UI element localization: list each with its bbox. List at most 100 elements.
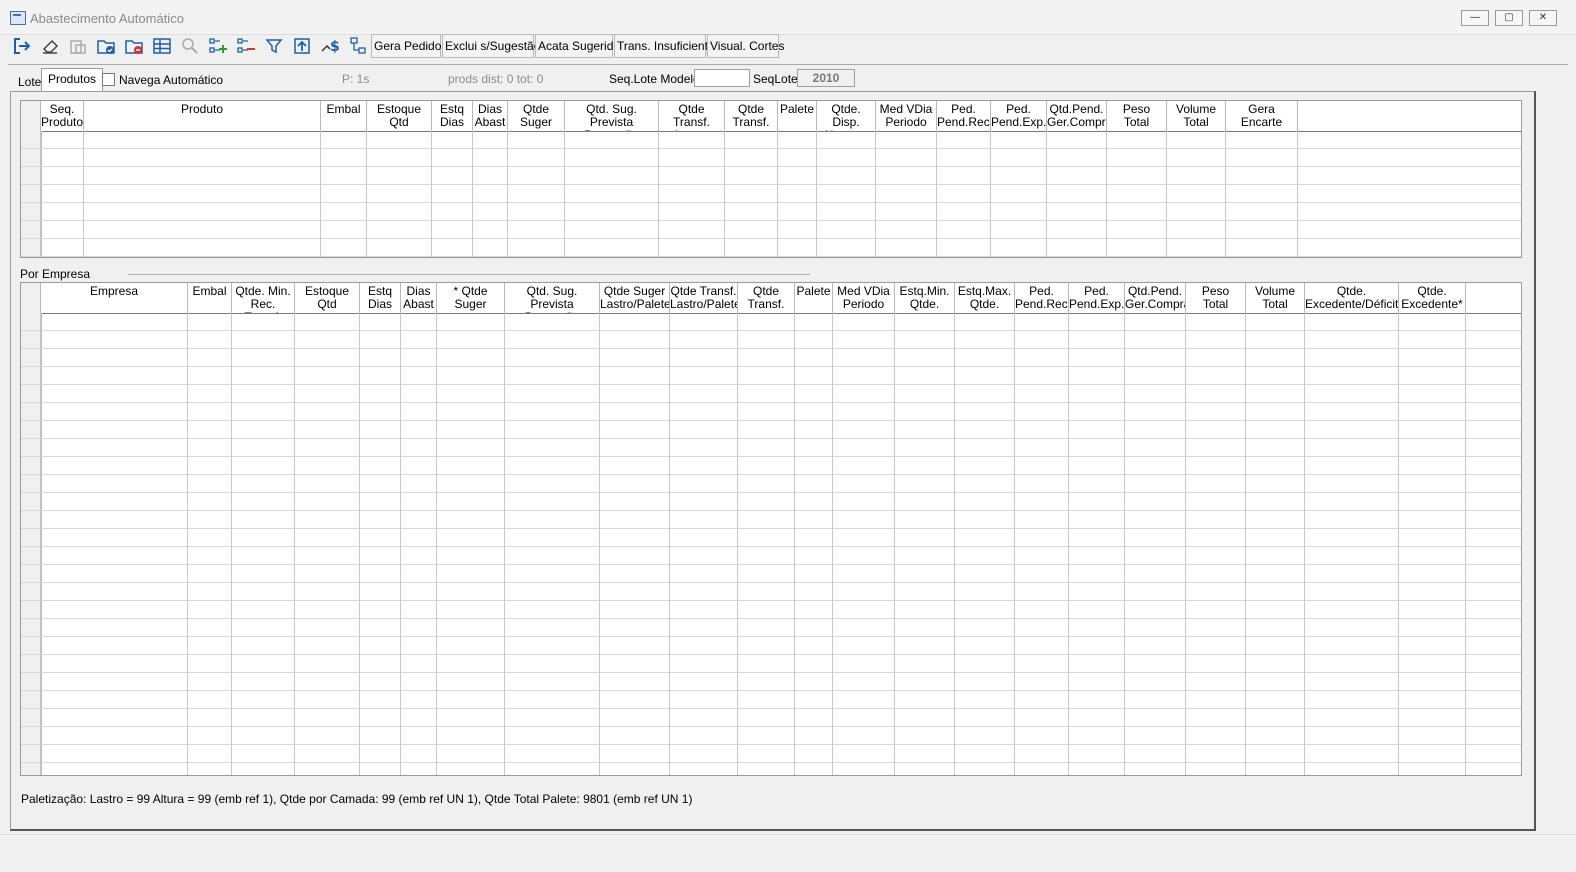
table-row[interactable] — [21, 457, 1521, 475]
column-header[interactable]: Qtde Transf. Lastro/Palete — [670, 283, 738, 313]
table-row[interactable] — [21, 475, 1521, 493]
table-row[interactable] — [21, 583, 1521, 601]
table-row[interactable] — [21, 331, 1521, 349]
table-row[interactable] — [21, 637, 1521, 655]
column-header[interactable]: Med VDia Periodo — [876, 101, 937, 131]
column-header[interactable]: Qtd. Sug. Prevista Promoção — [565, 101, 659, 131]
gera-pedidos-button[interactable]: Gera Pedidos — [371, 34, 447, 58]
column-header[interactable]: Embal — [188, 283, 232, 313]
column-header[interactable]: Palete — [795, 283, 833, 313]
column-header[interactable]: Empresa — [41, 283, 188, 313]
column-header[interactable]: Peso Total — [1107, 101, 1167, 131]
column-header[interactable]: Ped. Pend.Exp. — [1069, 283, 1125, 313]
table-row[interactable] — [21, 745, 1521, 763]
column-header[interactable]: Seq. Produto — [41, 101, 84, 131]
table-row[interactable] — [21, 239, 1521, 257]
column-header[interactable]: Embal — [321, 101, 367, 131]
column-header[interactable]: Estq.Max. Qtde. — [955, 283, 1015, 313]
table-row[interactable] — [21, 565, 1521, 583]
upload-icon[interactable] — [289, 34, 315, 58]
table-row[interactable] — [21, 655, 1521, 673]
column-header[interactable]: Med VDia Periodo — [833, 283, 895, 313]
hierarchy-icon[interactable] — [345, 34, 371, 58]
table-icon[interactable] — [149, 34, 175, 58]
column-header[interactable]: Qtde Transf. Lastro — [659, 101, 725, 131]
column-header[interactable]: Dias Abast — [401, 283, 437, 313]
column-header[interactable]: Estq.Min. Qtde. — [895, 283, 955, 313]
column-header[interactable]: Produto — [84, 101, 321, 131]
table-row[interactable] — [21, 221, 1521, 239]
column-header[interactable]: Qtde Suger — [508, 101, 565, 131]
column-header[interactable]: Estq Dias — [360, 283, 401, 313]
column-header[interactable]: Estq Dias — [432, 101, 473, 131]
table-row[interactable] — [21, 131, 1521, 149]
seq-lote-modelo-input[interactable] — [694, 69, 750, 87]
table-row[interactable] — [21, 511, 1521, 529]
maximize-button[interactable]: ▢ — [1495, 10, 1523, 26]
search-icon[interactable] — [177, 34, 203, 58]
empresa-grid[interactable]: EmpresaEmbalQtde. Min. Rec. Transf.Estoq… — [20, 282, 1522, 776]
produtos-grid[interactable]: Seq. Produto Produto Embal Estoque Qtd Estq … — [20, 100, 1522, 258]
table-row[interactable] — [21, 349, 1521, 367]
table-row[interactable] — [21, 403, 1521, 421]
add-item-icon[interactable] — [205, 34, 231, 58]
table-row[interactable] — [21, 439, 1521, 457]
column-header[interactable]: Estoque Qtd — [295, 283, 360, 313]
column-header[interactable]: Qtde Transf. — [725, 101, 778, 131]
eraser-icon[interactable] — [37, 34, 63, 58]
column-header[interactable]: Qtde. Excedente/Déficit* — [1305, 283, 1399, 313]
table-row[interactable] — [21, 691, 1521, 709]
table-row[interactable] — [21, 203, 1521, 221]
money-transfer-icon[interactable]: $ — [317, 34, 343, 58]
table-row[interactable] — [21, 763, 1521, 775]
table-row[interactable] — [21, 601, 1521, 619]
column-header[interactable]: Gera Encarte — [1226, 101, 1298, 131]
table-row[interactable] — [21, 547, 1521, 565]
folder-delete-icon[interactable] — [121, 34, 147, 58]
table-row[interactable] — [21, 529, 1521, 547]
table-row[interactable] — [21, 185, 1521, 203]
exclui-sugestao-button[interactable]: Exclui s/Sugestão — [442, 34, 540, 58]
table-row[interactable] — [21, 727, 1521, 745]
acata-sugerido-button[interactable]: Acata Sugerido — [535, 34, 620, 58]
table-row[interactable] — [21, 619, 1521, 637]
filter-icon[interactable] — [261, 34, 287, 58]
copy-icon[interactable] — [65, 34, 91, 58]
column-header[interactable]: Qtd.Pend. Ger.Compra — [1125, 283, 1186, 313]
remove-item-icon[interactable] — [233, 34, 259, 58]
minimize-button[interactable]: — — [1461, 10, 1489, 26]
column-header[interactable]: Qtde. Excedente* — [1399, 283, 1466, 313]
column-header[interactable]: Qtd.Pend. Ger.Compra — [1047, 101, 1107, 131]
column-header[interactable]: Qtd. Sug. Prevista Promoção — [505, 283, 600, 313]
column-header[interactable]: Volume Total — [1246, 283, 1305, 313]
column-header[interactable]: * Qtde Suger — [437, 283, 505, 313]
table-row[interactable] — [21, 313, 1521, 331]
table-row[interactable] — [21, 709, 1521, 727]
column-header[interactable]: Peso Total — [1186, 283, 1246, 313]
column-header[interactable]: Ped. Pend.Rec. — [1015, 283, 1069, 313]
table-row[interactable] — [21, 367, 1521, 385]
navega-automatico-checkbox[interactable] — [102, 73, 115, 86]
column-header[interactable]: Ped. Pend.Rec. — [937, 101, 991, 131]
column-header[interactable]: Estoque Qtd — [367, 101, 432, 131]
table-row[interactable] — [21, 385, 1521, 403]
table-row[interactable] — [21, 149, 1521, 167]
tab-produtos[interactable]: Produtos — [41, 68, 104, 92]
table-row[interactable] — [21, 493, 1521, 511]
visual-cortes-button[interactable]: Visual. Cortes — [707, 34, 784, 58]
table-row[interactable] — [21, 673, 1521, 691]
folder-check-icon[interactable] — [93, 34, 119, 58]
column-header[interactable]: Dias Abast — [473, 101, 508, 131]
column-header[interactable]: Qtde. Min. Rec. Transf. — [232, 283, 295, 313]
trans-insuficiente-button[interactable]: Trans. Insuficiente — [614, 34, 715, 58]
close-button[interactable]: ✕ — [1529, 10, 1557, 26]
column-header[interactable]: Volume Total — [1167, 101, 1226, 131]
column-header[interactable]: Qtde. Disp. Abastec. — [817, 101, 876, 131]
column-header[interactable]: Qtde Transf. — [738, 283, 795, 313]
column-header[interactable]: Qtde Suger Lastro/Palete — [600, 283, 670, 313]
table-row[interactable] — [21, 421, 1521, 439]
exit-icon[interactable] — [9, 34, 35, 58]
column-header[interactable]: Palete — [778, 101, 817, 131]
column-header[interactable]: Ped. Pend.Exp. — [991, 101, 1047, 131]
table-row[interactable] — [21, 167, 1521, 185]
